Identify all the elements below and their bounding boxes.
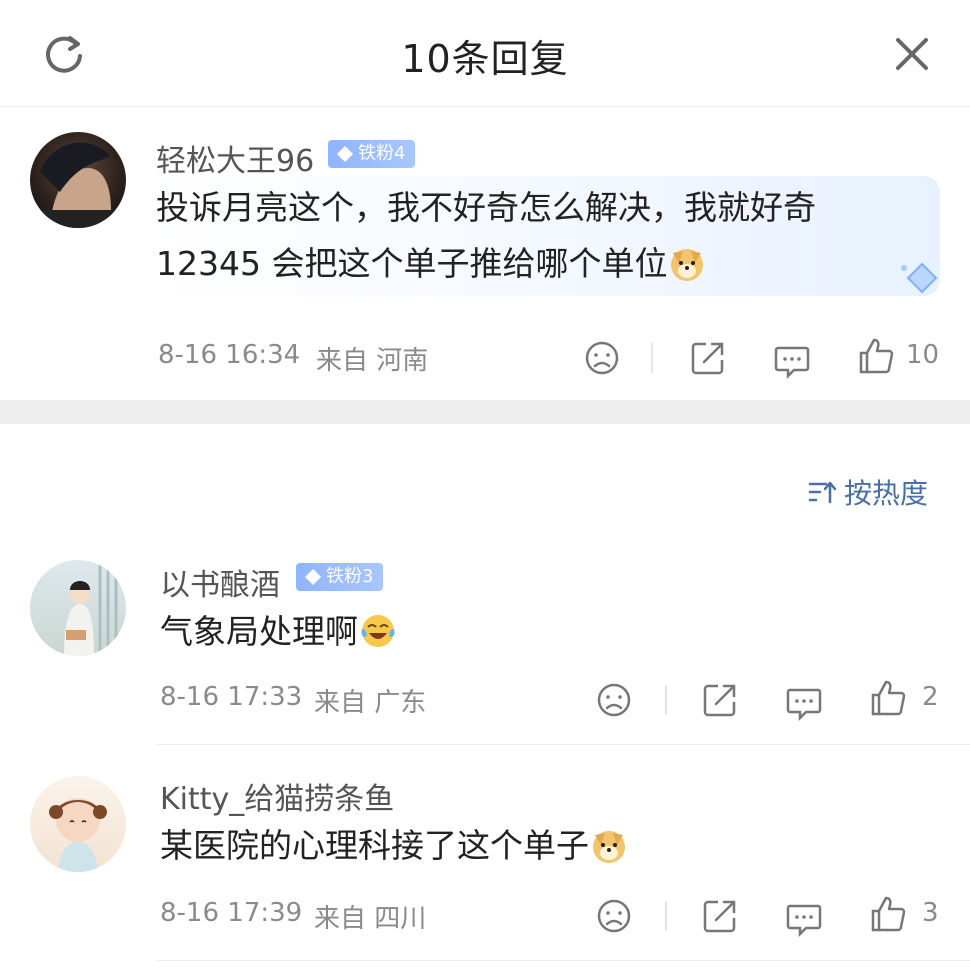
location: 来自 河南 bbox=[316, 346, 429, 376]
share-icon[interactable] bbox=[688, 338, 728, 378]
reply-text-content: 气象局处理啊 bbox=[160, 612, 358, 651]
avatar[interactable] bbox=[30, 776, 126, 872]
like-icon[interactable] bbox=[856, 336, 896, 376]
action-separator bbox=[651, 343, 653, 373]
comment-text: 投诉月亮这个，我不好奇怎么解决，我就好奇 12345 会把这个单子推给哪个单位 bbox=[156, 180, 816, 292]
action-separator bbox=[665, 685, 667, 715]
avatar[interactable] bbox=[30, 132, 126, 228]
location: 来自 四川 bbox=[314, 904, 427, 934]
reply-divider bbox=[156, 960, 970, 961]
doge-emoji bbox=[671, 249, 704, 281]
dislike-icon[interactable] bbox=[594, 680, 634, 720]
gem-decoration-icon bbox=[901, 262, 938, 294]
comment-line-1: 投诉月亮这个，我不好奇怎么解决，我就好奇 bbox=[156, 188, 816, 227]
avatar[interactable] bbox=[30, 560, 126, 656]
reply-divider bbox=[156, 744, 970, 745]
doge-emoji bbox=[593, 831, 625, 863]
timestamp: 8-16 17:33 bbox=[160, 682, 303, 712]
like-icon[interactable] bbox=[868, 894, 908, 934]
location: 来自 广东 bbox=[314, 688, 427, 718]
dislike-icon[interactable] bbox=[594, 896, 634, 936]
reply-text: 某医院的心理科接了这个单子 bbox=[160, 818, 629, 874]
badge-label: 铁粉3 bbox=[326, 566, 374, 587]
action-separator bbox=[665, 901, 667, 931]
badge-label: 铁粉4 bbox=[358, 143, 406, 164]
like-count: 3 bbox=[922, 898, 939, 928]
like-count: 2 bbox=[922, 682, 939, 712]
username[interactable]: Kitty_给猫捞条鱼 bbox=[160, 774, 394, 818]
close-icon[interactable] bbox=[890, 32, 934, 76]
comment-icon[interactable] bbox=[772, 340, 812, 380]
like-count: 10 bbox=[906, 340, 940, 370]
reply-text-content: 某医院的心理科接了这个单子 bbox=[160, 826, 589, 865]
share-icon[interactable] bbox=[700, 896, 740, 936]
like-icon[interactable] bbox=[868, 678, 908, 718]
dislike-icon[interactable] bbox=[582, 338, 622, 378]
reply-text: 气象局处理啊 bbox=[160, 604, 398, 660]
sort-label: 按热度 bbox=[844, 477, 929, 510]
comment-icon[interactable] bbox=[784, 898, 824, 938]
fan-badge: 铁粉4 bbox=[328, 140, 416, 168]
gem-icon bbox=[337, 146, 353, 162]
sort-toggle[interactable]: 按热度 bbox=[808, 472, 928, 512]
username[interactable]: 以书酿酒 bbox=[160, 560, 280, 604]
username[interactable]: 轻松大王96 bbox=[156, 136, 314, 180]
page-title: 10条回复 bbox=[401, 37, 569, 81]
fan-badge: 铁粉3 bbox=[296, 563, 384, 591]
laugh-cry-emoji bbox=[361, 615, 395, 647]
timestamp: 8-16 16:34 bbox=[158, 340, 301, 370]
timestamp: 8-16 17:39 bbox=[160, 898, 303, 928]
gem-icon bbox=[305, 569, 321, 585]
comment-icon[interactable] bbox=[784, 682, 824, 722]
sort-icon bbox=[808, 481, 837, 504]
comment-line-2-text: 12345 会把这个单子推给哪个单位 bbox=[156, 244, 668, 283]
section-divider bbox=[0, 400, 970, 424]
share-icon[interactable] bbox=[700, 680, 740, 720]
modal-header: 10条回复 bbox=[0, 0, 970, 107]
comment-line-2: 12345 会把这个单子推给哪个单位 bbox=[156, 236, 816, 292]
